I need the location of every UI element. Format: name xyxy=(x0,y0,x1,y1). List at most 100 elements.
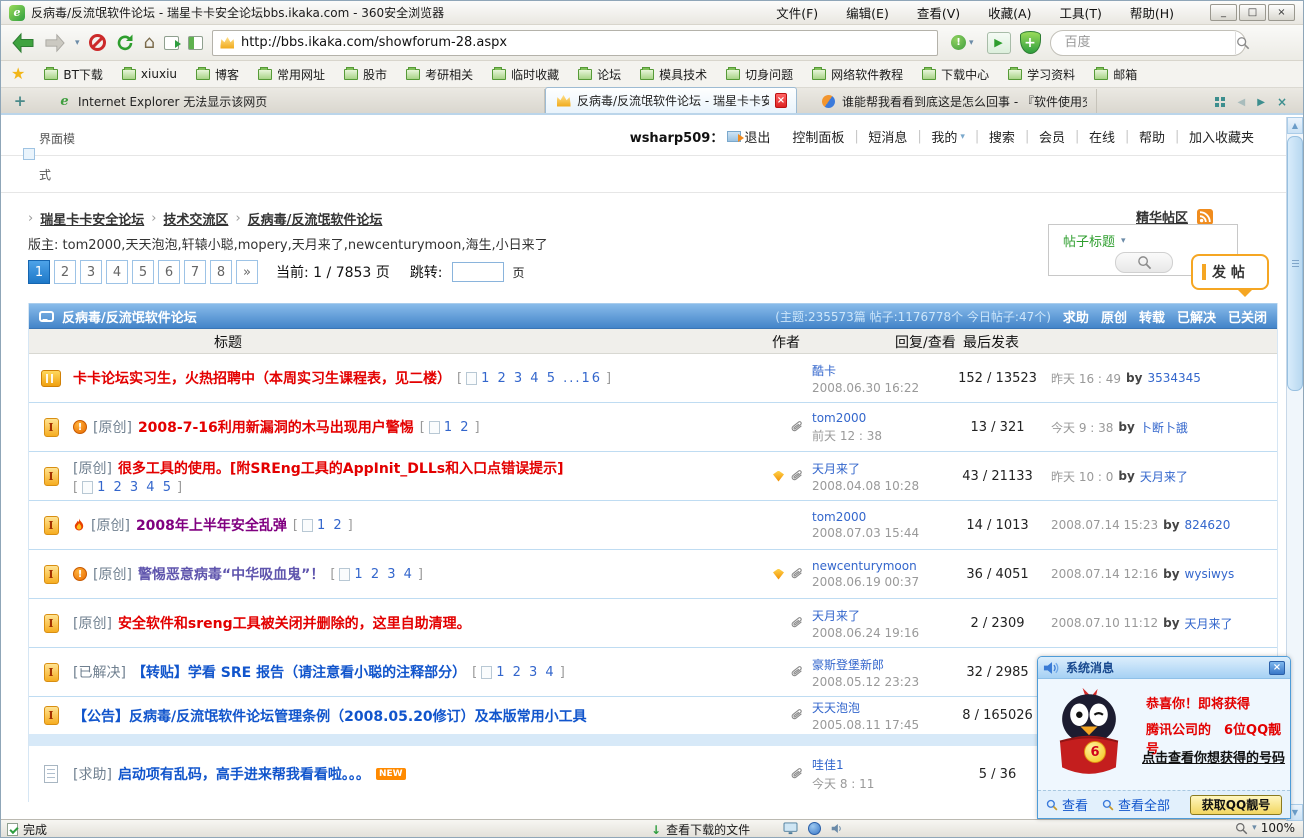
board-title[interactable]: 反病毒/反流氓软件论坛 xyxy=(62,307,197,326)
lastpost-user-link[interactable]: 天月来了 xyxy=(1185,615,1233,632)
speaker-icon[interactable] xyxy=(831,823,844,834)
menu-item[interactable]: 查看(V) xyxy=(917,3,960,22)
lastpost-user-link[interactable]: wysiwys xyxy=(1185,567,1235,581)
security-shield-icon[interactable]: + xyxy=(1020,31,1041,54)
minimize-button[interactable]: _ xyxy=(1210,4,1237,21)
browser-tab[interactable]: e 反病毒/反流氓软件论坛 - 瑞星卡卡安全论坛... × xyxy=(545,87,797,113)
bookmark-item[interactable]: 常用网址 xyxy=(258,66,325,83)
scroll-tabs-left-icon[interactable]: ◀ xyxy=(1238,97,1246,108)
thread-pagination[interactable]: 1 2 xyxy=(420,420,480,435)
thread-author-link[interactable]: tom2000 xyxy=(812,411,950,425)
thread-author-link[interactable]: 天月来了 xyxy=(812,460,950,477)
table-row[interactable]: I ! [原创] 警惕恶意病毒“中华吸血鬼”！ 1 xyxy=(29,550,1277,599)
user-nav-item[interactable]: 搜索 xyxy=(977,127,1027,146)
thread-title-link[interactable]: 【转贴】学看 SRE 报告（请注意看小聪的注释部分） xyxy=(132,662,466,682)
page-button[interactable]: 8 xyxy=(210,260,232,284)
filter-link[interactable]: 求助 xyxy=(1063,307,1089,326)
bookmark-item[interactable]: 考研相关 xyxy=(406,66,473,83)
thread-title-link[interactable]: 2008年上半年安全乱弹 xyxy=(136,515,287,535)
scroll-up-icon[interactable]: ▲ xyxy=(1287,117,1303,134)
mode-checkbox[interactable] xyxy=(23,148,35,160)
maximize-button[interactable]: □ xyxy=(1239,4,1266,21)
page-button[interactable]: 4 xyxy=(106,260,128,284)
thread-author-link[interactable]: 哇佳1 xyxy=(812,756,950,773)
filter-link[interactable]: 原创 xyxy=(1101,307,1127,326)
menu-item[interactable]: 工具(T) xyxy=(1059,3,1101,22)
sidebar-toggle-button[interactable] xyxy=(188,36,203,50)
bookmark-item[interactable]: 模具技术 xyxy=(640,66,707,83)
view-link[interactable]: 查看 xyxy=(1046,795,1088,814)
home-button[interactable]: ⌂ xyxy=(144,34,155,52)
thread-author-link[interactable]: tom2000 xyxy=(812,510,950,524)
rss-icon[interactable] xyxy=(1197,209,1213,225)
search-field-selector[interactable]: 帖子标题 ▾ xyxy=(1063,231,1126,250)
refresh-button[interactable] xyxy=(115,33,135,53)
bookmark-item[interactable]: 邮箱 xyxy=(1094,66,1137,83)
new-post-button[interactable]: 发 帖 xyxy=(1191,254,1269,290)
bookmark-item[interactable]: 论坛 xyxy=(578,66,621,83)
lastpost-user-link[interactable]: 卜断卜誐 xyxy=(1140,419,1188,436)
table-row[interactable]: I [原创] 安全软件和sreng工具被关闭并删除的，这里自助清理。 xyxy=(29,599,1277,648)
thread-author-link[interactable]: newcenturymoon xyxy=(812,559,950,573)
page-button[interactable]: 5 xyxy=(132,260,154,284)
thread-title-link[interactable]: 2008-7-16利用新漏洞的木马出现用户警惕 xyxy=(138,417,414,437)
breadcrumb-link[interactable]: 技术交流区 xyxy=(163,209,228,228)
user-nav-item[interactable]: 加入收藏夹 xyxy=(1177,127,1266,146)
bookmark-item[interactable]: 下载中心 xyxy=(922,66,989,83)
interface-mode-label[interactable]: 界面模式 xyxy=(39,121,81,193)
filter-link[interactable]: 已关闭 xyxy=(1228,307,1267,326)
table-row[interactable]: I [原创] 2008年上半年安全乱弹 1 2 xyxy=(29,501,1277,550)
breadcrumb-link[interactable]: 瑞星卡卡安全论坛 xyxy=(40,209,144,228)
jump-page-input[interactable] xyxy=(452,262,504,282)
close-button[interactable]: × xyxy=(1268,4,1295,21)
back-button[interactable] xyxy=(11,32,35,54)
user-nav-item[interactable]: 会员 xyxy=(1027,127,1077,146)
history-dropdown-icon[interactable]: ▾ xyxy=(75,38,80,48)
menu-item[interactable]: 文件(F) xyxy=(776,3,818,22)
page-button[interactable]: 6 xyxy=(158,260,180,284)
menu-item[interactable]: 收藏(A) xyxy=(988,3,1031,22)
menu-item[interactable]: 帮助(H) xyxy=(1130,3,1174,22)
user-nav-item[interactable]: 我的 ▾ xyxy=(919,127,977,146)
menu-item[interactable]: 编辑(E) xyxy=(846,3,889,22)
user-nav-item[interactable]: 在线 xyxy=(1077,127,1127,146)
lastpost-user-link[interactable]: 天月来了 xyxy=(1140,468,1188,485)
thread-pagination[interactable]: 1 2 3 4 5 xyxy=(73,480,182,495)
thread-author-link[interactable]: 豪斯登堡新郎 xyxy=(812,656,950,673)
popup-body[interactable]: 6 恭喜你！即将获得 腾讯公司的 6位QQ靓号 点击查看你想获得的号码 xyxy=(1038,679,1290,790)
user-nav-item[interactable]: 短消息 xyxy=(856,127,919,146)
thread-pagination[interactable]: 1 2 3 4 xyxy=(472,665,565,680)
filter-link[interactable]: 转载 xyxy=(1139,307,1165,326)
globe-icon[interactable] xyxy=(808,822,821,835)
thread-pagination[interactable]: 1 2 3 4 xyxy=(330,567,423,582)
page-button[interactable]: 3 xyxy=(80,260,102,284)
page-safety-button[interactable]: ! ▾ xyxy=(947,33,978,52)
tab-overview-icon[interactable] xyxy=(1215,97,1226,108)
lastpost-user-link[interactable]: 3534345 xyxy=(1147,371,1200,385)
tab-close-icon[interactable]: × xyxy=(775,93,787,108)
browser-tab[interactable]: e Internet Explorer 无法显示该网页 xyxy=(33,89,545,113)
zoom-dropdown-icon[interactable]: ▾ xyxy=(1252,823,1257,833)
thread-title-link[interactable]: 启动项有乱码，高手进来帮我看看啦。。。 xyxy=(118,764,370,784)
url-input[interactable] xyxy=(241,35,930,50)
search-submit-button[interactable] xyxy=(1235,32,1250,54)
bookmark-item[interactable]: 网络软件教程 xyxy=(812,66,903,83)
breadcrumb-link[interactable]: 反病毒/反流氓软件论坛 xyxy=(248,209,383,228)
thread-pagination[interactable]: 1 2 xyxy=(293,518,353,533)
thread-title-link[interactable]: 安全软件和sreng工具被关闭并删除的，这里自助清理。 xyxy=(118,613,471,633)
scroll-tabs-right-icon[interactable]: ▶ xyxy=(1257,97,1265,108)
thread-author-link[interactable]: 天天泡泡 xyxy=(812,699,950,716)
thread-pagination[interactable]: 1 2 3 4 5 ...16 xyxy=(457,371,611,386)
browser-tab[interactable]: e 谁能帮我看看到底这是怎么回事 - 『软件使用交... xyxy=(797,89,1097,113)
table-row[interactable]: I 卡卡论坛实习生，火热招聘中（本周实习生课程表，见二楼） xyxy=(29,354,1277,403)
get-qq-number-button[interactable]: 获取QQ靓号 xyxy=(1190,795,1282,815)
address-bar[interactable] xyxy=(212,30,938,56)
downloads-link[interactable]: ↓ 查看下载的文件 xyxy=(651,821,750,838)
page-button[interactable]: 1 xyxy=(28,260,50,284)
user-nav-item[interactable]: 帮助 xyxy=(1127,127,1177,146)
popup-close-icon[interactable]: × xyxy=(1269,661,1285,675)
go-button[interactable]: ▶ xyxy=(987,32,1011,54)
bookmark-item[interactable]: 学习资料 xyxy=(1008,66,1075,83)
thread-title-link[interactable]: 很多工具的使用。[附SREng工具的AppInit_DLLs和入口点错误提示] xyxy=(118,458,564,478)
forward-button[interactable] xyxy=(44,33,66,53)
